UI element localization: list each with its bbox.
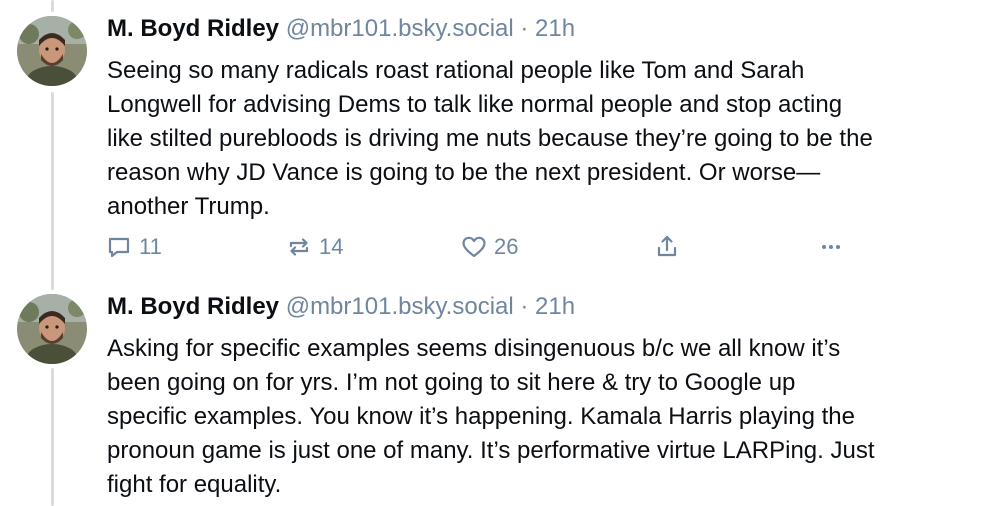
author-handle[interactable]: @mbr101.bsky.social (286, 15, 514, 42)
author-display-name[interactable]: M. Boyd Ridley (107, 15, 279, 42)
post-timestamp[interactable]: 21h (535, 293, 575, 320)
post-actions: 11 14 26 (105, 230, 865, 264)
post-text: Seeing so many radicals roast rational p… (107, 54, 987, 224)
post-text-line: pronoun game is just one of many. It’s p… (107, 437, 875, 464)
avatar-photo (17, 16, 87, 86)
post-text-line: Asking for specific examples seems disin… (107, 335, 841, 362)
heart-icon (462, 236, 486, 258)
post-text-line: Seeing so many radicals roast rational p… (107, 57, 805, 84)
post-header: M. Boyd Ridley @mbr101.bsky.social · 21h (107, 292, 575, 322)
separator-dot: · (520, 15, 529, 42)
post-timestamp[interactable]: 21h (535, 15, 575, 42)
repost-arrows-icon (289, 238, 309, 256)
repost-button[interactable]: 14 (285, 230, 343, 264)
post-text-line: been going on for yrs. I’m not going to … (107, 369, 796, 396)
avatar[interactable] (17, 294, 87, 364)
post[interactable]: M. Boyd Ridley @mbr101.bsky.social · 21h… (0, 276, 1000, 506)
avatar-photo (17, 294, 87, 364)
avatar[interactable] (17, 16, 87, 86)
post-header: M. Boyd Ridley @mbr101.bsky.social · 21h (107, 14, 575, 44)
share-button[interactable] (653, 230, 681, 264)
post-text-line: Longwell for advising Dems to talk like … (107, 91, 843, 118)
more-options-button[interactable] (817, 230, 845, 264)
share-icon (657, 235, 677, 257)
post-text-line: reason why JD Vance is going to be the n… (107, 159, 821, 186)
reply-bubble-icon (108, 237, 130, 258)
reply-button[interactable]: 11 (105, 230, 162, 264)
post-text-line: specific examples. You know it’s happeni… (107, 403, 855, 430)
post-text-line: another Trump. (107, 193, 270, 220)
post-text-line: like stilted purebloods is driving me nu… (107, 125, 873, 152)
post-text: Asking for specific examples seems disin… (107, 332, 987, 502)
author-display-name[interactable]: M. Boyd Ridley (107, 293, 279, 320)
author-handle[interactable]: @mbr101.bsky.social (286, 293, 514, 320)
like-button[interactable]: 26 (460, 230, 518, 264)
separator-dot: · (520, 293, 529, 320)
post-text-line: fight for equality. (107, 471, 282, 498)
repost-count: 14 (319, 234, 344, 259)
post[interactable]: M. Boyd Ridley @mbr101.bsky.social · 21h… (0, 0, 1000, 276)
thread-view: M. Boyd Ridley @mbr101.bsky.social · 21h… (0, 0, 1000, 506)
more-dots-icon (822, 245, 840, 249)
reply-count: 11 (139, 234, 162, 259)
like-count: 26 (494, 234, 519, 259)
